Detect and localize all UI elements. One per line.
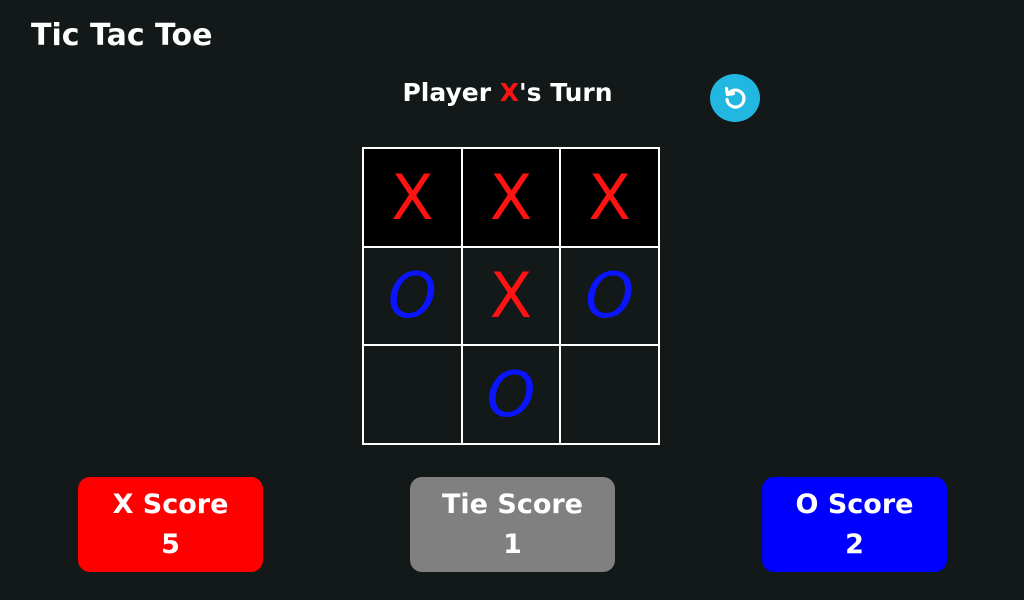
board-cell-9[interactable] <box>560 345 659 444</box>
o-score-value: 2 <box>845 528 864 560</box>
board-cell-8[interactable]: O <box>461 345 561 444</box>
x-score-label: X Score <box>112 488 229 520</box>
board-cell-2[interactable]: X <box>461 148 561 247</box>
tie-score-label: Tie Score <box>441 488 583 520</box>
board-cell-7[interactable] <box>363 345 462 444</box>
board-cell-1[interactable]: X <box>363 148 462 247</box>
x-score-value: 5 <box>161 528 180 560</box>
current-player-mark: X <box>499 78 520 107</box>
board-cell-5[interactable]: X <box>461 246 561 346</box>
reset-button[interactable] <box>710 74 760 122</box>
turn-indicator: Player X's Turn <box>400 78 615 107</box>
turn-prefix: Player <box>402 78 500 107</box>
tie-score-card: Tie Score 1 <box>410 477 615 572</box>
reset-icon <box>724 86 746 109</box>
turn-suffix: 's Turn <box>519 78 613 107</box>
o-score-card: O Score 2 <box>762 477 947 572</box>
app-title: Tic Tac Toe <box>31 18 213 53</box>
board-cell-3[interactable]: X <box>560 148 659 247</box>
tie-score-value: 1 <box>503 528 522 560</box>
game-board: X X X O X O O <box>362 147 660 445</box>
board-cell-4[interactable]: O <box>363 246 462 346</box>
o-score-label: O Score <box>795 488 914 520</box>
board-cell-6[interactable]: O <box>560 246 659 346</box>
x-score-card: X Score 5 <box>78 477 263 572</box>
